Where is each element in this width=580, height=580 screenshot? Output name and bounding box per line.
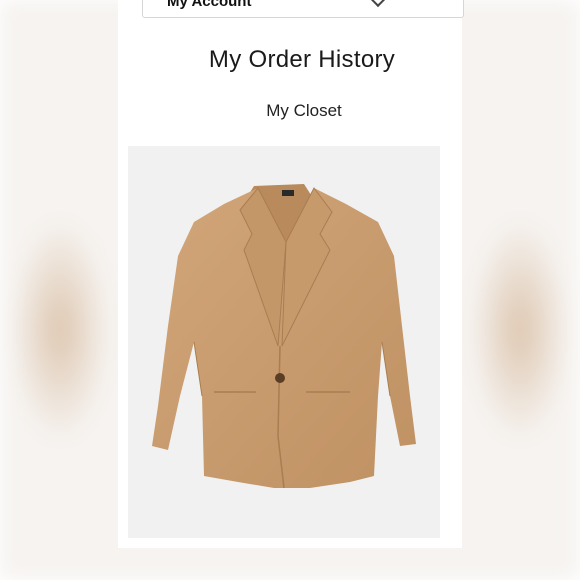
closet-link[interactable]: My Closet	[118, 101, 462, 121]
account-dropdown[interactable]: My Account	[142, 0, 464, 18]
account-dropdown-label: My Account	[167, 0, 252, 10]
account-menu-panel: My Account My Order History My Closet	[118, 0, 464, 548]
product-image[interactable]	[128, 146, 440, 538]
blazer-icon	[152, 184, 416, 489]
chevron-down-icon	[370, 0, 386, 8]
order-history-link[interactable]: My Order History	[118, 46, 462, 74]
